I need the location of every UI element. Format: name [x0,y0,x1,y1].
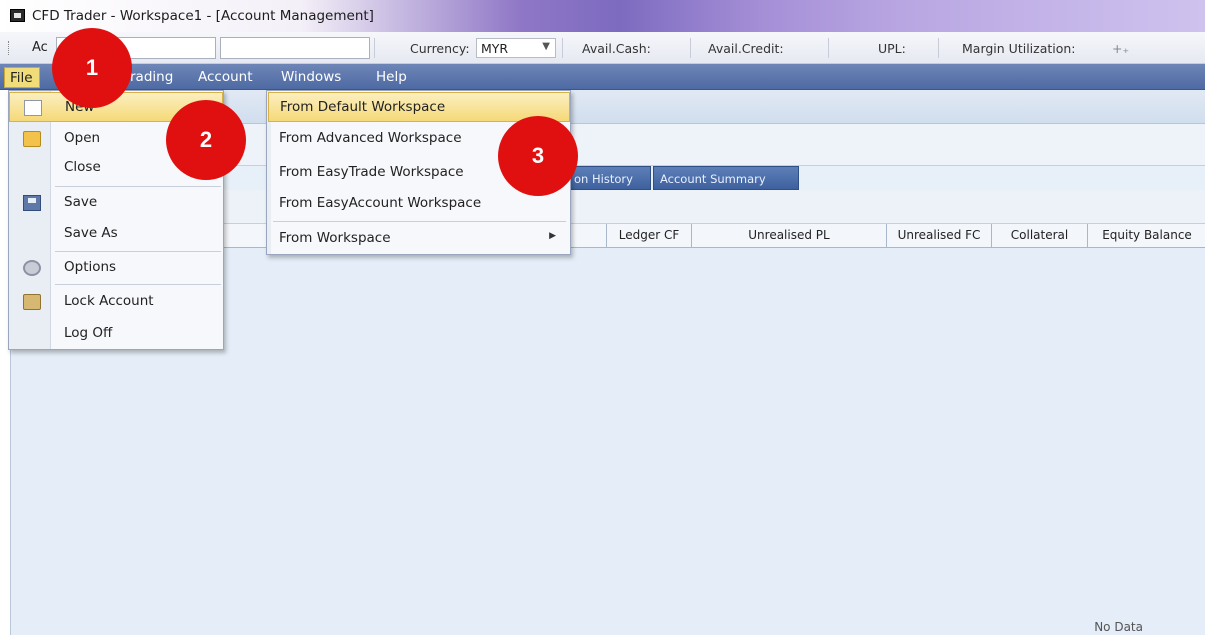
menu-item-label: Options [64,259,117,275]
submenu-item-label: From Workspace [279,230,391,246]
menu-file[interactable]: File [4,67,40,88]
tab-account-summary[interactable]: Account Summary [653,166,799,190]
menu-item-label: Save As [64,225,118,241]
column-header-collateral[interactable]: Collateral [991,224,1087,248]
submenu-from-workspace[interactable]: From Workspace ▶ [268,224,570,254]
new-document-icon [24,100,42,116]
submenu-item-label: From EasyTrade Workspace [279,164,464,180]
menu-separator [55,186,221,187]
tab-label: Account Summary [660,172,766,186]
file-menu-log-off[interactable]: Log Off [9,319,223,349]
currency-value: MYR [481,41,509,56]
menu-item-label: Open [64,130,101,146]
menu-item-label: Lock Account [64,293,154,309]
step-marker-1: 1 [52,28,132,108]
menu-separator [273,221,566,222]
menu-item-label: Close [64,159,101,175]
avail-credit-label: Avail.Credit: [708,41,784,56]
submenu-item-label: From EasyAccount Workspace [279,195,482,211]
file-menu-lock-account[interactable]: Lock Account [9,287,223,317]
toolbar-separator [828,38,829,58]
menu-account[interactable]: Account [198,69,253,85]
account-label: Ac [32,40,48,55]
menu-file-label: File [10,70,33,86]
column-header-unrealised-pl[interactable]: Unrealised PL [691,224,886,248]
column-header-ledger-cf[interactable]: Ledger CF [606,224,691,248]
title-bar: CFD Trader - Workspace1 - [Account Manag… [0,0,1205,32]
toolbar-separator [562,38,563,58]
no-data-text: No Data [1094,620,1143,634]
gear-icon [23,260,41,276]
toolbar-separator [690,38,691,58]
avail-cash-label: Avail.Cash: [582,41,651,56]
submenu-item-label: From Default Workspace [280,99,446,115]
file-menu-save-as[interactable]: Save As [9,219,223,249]
menu-separator [55,284,221,285]
step-marker-2: 2 [166,100,246,180]
toolbar-separator [938,38,939,58]
currency-label: Currency: [410,41,470,56]
menu-windows[interactable]: Windows [281,69,341,85]
lock-icon [23,294,41,310]
submenu-item-label: From Advanced Workspace [279,130,462,146]
tab-label: on History [574,172,633,186]
file-menu-options[interactable]: Options [9,253,223,283]
menu-item-label: Save [64,194,98,210]
upl-label: UPL: [878,41,906,56]
menu-help[interactable]: Help [376,69,407,85]
menu-item-label: Log Off [64,325,113,341]
account-name-field[interactable] [220,37,370,59]
toolbar-separator [374,38,375,58]
tab-position-history[interactable]: on History [567,166,651,190]
margin-utilization-label: Margin Utilization: [962,41,1076,56]
toolbar-grip[interactable] [8,41,10,55]
chevron-right-icon: ▶ [549,231,556,241]
toolbar-overflow-icon[interactable]: +₊ [1112,41,1129,56]
column-header-equity-balance[interactable]: Equity Balance [1087,224,1205,248]
app-icon [10,9,25,22]
currency-select[interactable]: MYR ▼ [476,38,556,58]
menu-trading[interactable]: rading [130,69,173,85]
step-marker-3: 3 [498,116,578,196]
chevron-down-icon: ▼ [542,41,550,52]
file-menu-save[interactable]: Save [9,188,223,218]
menu-bar: File rading Account Windows Help [0,64,1205,90]
window-title: CFD Trader - Workspace1 - [Account Manag… [32,8,374,24]
column-header-unrealised-fc[interactable]: Unrealised FC [886,224,991,248]
folder-open-icon [23,131,41,147]
save-disk-icon [23,195,41,211]
account-toolbar: Ac Currency: MYR ▼ Avail.Cash: Avail.Cre… [0,32,1205,64]
menu-separator [55,251,221,252]
